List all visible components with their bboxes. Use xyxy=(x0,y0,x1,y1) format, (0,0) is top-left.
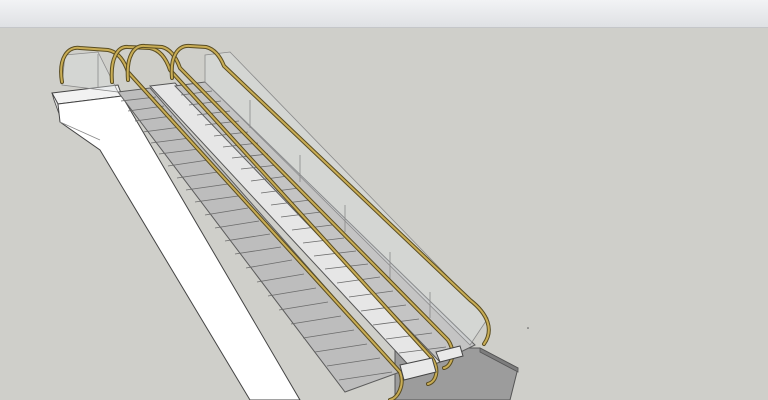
escalator-model-canvas xyxy=(51,43,529,400)
app-toolbar xyxy=(0,0,768,28)
left-glass-balustrade xyxy=(61,51,119,93)
model-viewport[interactable] xyxy=(0,28,768,400)
stray-point xyxy=(527,327,529,329)
